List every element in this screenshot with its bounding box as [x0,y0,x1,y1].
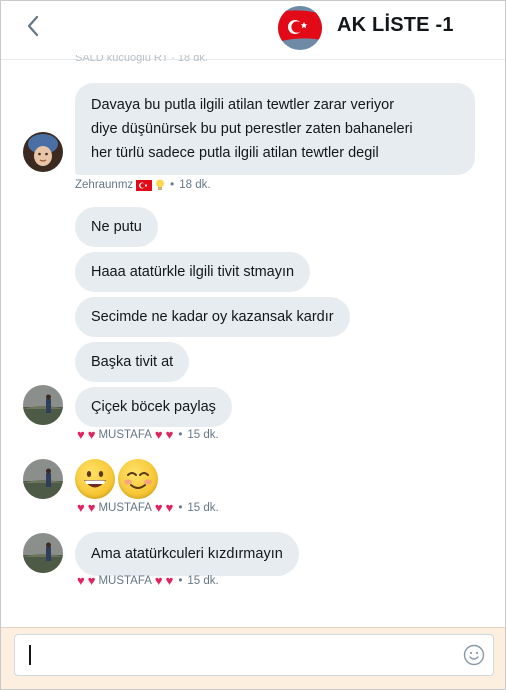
heart-icon: ♥ [165,500,174,515]
message-bubble[interactable]: Çiçek böcek paylaş [75,387,232,427]
separator: • [178,429,183,441]
message-bubble[interactable]: Ne putu [75,207,158,247]
message-text: Ama atatürkculeri kızdırmayın [91,546,283,562]
avatar[interactable] [23,533,63,573]
heart-icon: ♥ [87,500,96,515]
truncated-meta: SALD kucuoglu RT · 18 dk. [75,55,208,64]
avatar[interactable] [23,132,63,172]
smiley-icon [463,644,485,666]
separator: • [170,179,175,191]
message-bubble[interactable]: Ama atatürkculeri kızdırmayın [75,532,299,576]
grinning-face-icon[interactable] [75,459,115,499]
timestamp: 18 dk. [179,179,211,191]
message-meta: ♥ ♥ MUSTAFA ♥ ♥ • 15 dk. [77,573,219,588]
text-caret [29,645,31,665]
group-avatar[interactable] [278,6,322,50]
message-bubble[interactable]: Davaya bu putla ilgili atilan tewtler za… [75,83,475,175]
timestamp: 15 dk. [187,575,219,587]
message-meta: Zehraunmz • 18 dk. [75,179,211,191]
message-line: Davaya bu putla ilgili atilan tewtler za… [91,97,395,113]
message-text: Başka tivit at [91,354,174,370]
separator: • [178,575,183,587]
heart-icon: ♥ [154,427,163,442]
turkish-flag-icon [278,6,322,50]
message-text: Secimde ne kadar oy kazansak kardır [91,309,334,325]
heart-icon: ♥ [77,500,85,515]
conversation-header: AK LİSTE -1 [1,1,505,60]
sender-name: Zehraunmz [75,179,134,191]
heart-icon: ♥ [154,500,163,515]
heart-icon: ♥ [87,427,96,442]
dm-window: AK LİSTE -1 SALD kucuoglu RT · 18 dk. Da… [0,0,506,690]
turkish-flag-icon [136,179,153,191]
message-line: her türlü sadece putla ilgili atilan tew… [91,145,379,161]
message-text: Haaa atatürkle ilgili tivit stmayın [91,264,295,280]
message-text: Çiçek böcek paylaş [91,399,216,415]
conversation-title: AK LİSTE -1 [337,14,454,36]
emoji-button[interactable] [463,644,485,666]
user-avatar-image [23,533,63,573]
separator: • [178,502,183,514]
chevron-left-icon [27,15,39,37]
heart-icon: ♥ [154,573,163,588]
heart-icon: ♥ [77,427,85,442]
back-button[interactable] [19,9,47,43]
timestamp: 15 dk. [187,429,219,441]
heart-icon: ♥ [77,573,85,588]
message-bubble[interactable]: Başka tivit at [75,342,190,382]
user-avatar-image [23,459,63,499]
user-avatar-image [23,132,63,172]
message-text: Ne putu [91,219,142,235]
user-avatar-image [23,385,63,425]
sender-name: MUSTAFA [98,575,152,587]
timestamp: 15 dk. [187,502,219,514]
avatar[interactable] [23,459,63,499]
message-line: diye düşünürsek bu put perestler zaten b… [91,121,413,137]
message-input[interactable] [14,634,494,676]
sender-name: MUSTAFA [98,502,152,514]
smiling-face-icon[interactable] [118,459,158,499]
sender-name: MUSTAFA [98,429,152,441]
avatar[interactable] [23,385,63,425]
message-bubble[interactable]: Haaa atatürkle ilgili tivit stmayın [75,252,311,292]
message-meta: ♥ ♥ MUSTAFA ♥ ♥ • 15 dk. [77,500,219,515]
heart-icon: ♥ [165,573,174,588]
lightbulb-icon [156,179,165,190]
heart-icon: ♥ [165,427,174,442]
message-bubble[interactable]: Secimde ne kadar oy kazansak kardır [75,297,350,337]
message-meta: ♥ ♥ MUSTAFA ♥ ♥ • 15 dk. [77,427,219,442]
heart-icon: ♥ [87,573,96,588]
